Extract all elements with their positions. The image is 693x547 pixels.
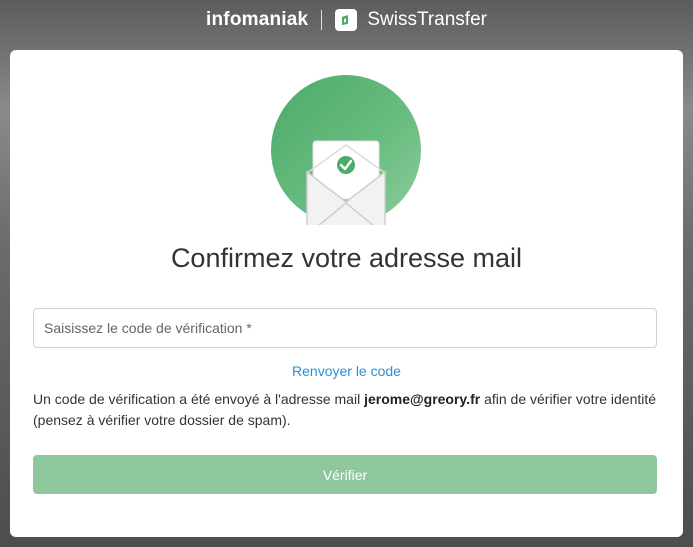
swisstransfer-logo-icon [335,9,358,31]
email-address: jerome@greory.fr [364,391,481,407]
info-text-before: Un code de vérification a été envoyé à l… [33,391,365,407]
envelope-check-icon [271,75,421,225]
resend-code-link[interactable]: Renvoyer le code [10,363,683,379]
info-text: Un code de vérification a été envoyé à l… [33,389,657,431]
infomaniak-logo: infomaniak [206,9,309,30]
brand-divider [321,10,323,30]
verification-code-input[interactable] [34,309,656,347]
verify-button[interactable]: Vérifier [33,455,657,494]
verification-code-field[interactable] [33,308,657,348]
swisstransfer-brand: SwissTransfer [367,9,487,30]
page-title: Confirmez votre adresse mail [170,243,523,273]
verification-card: Confirmez votre adresse mail Renvoyer le… [10,50,683,537]
top-bar: infomaniak SwissTransfer [0,0,693,40]
